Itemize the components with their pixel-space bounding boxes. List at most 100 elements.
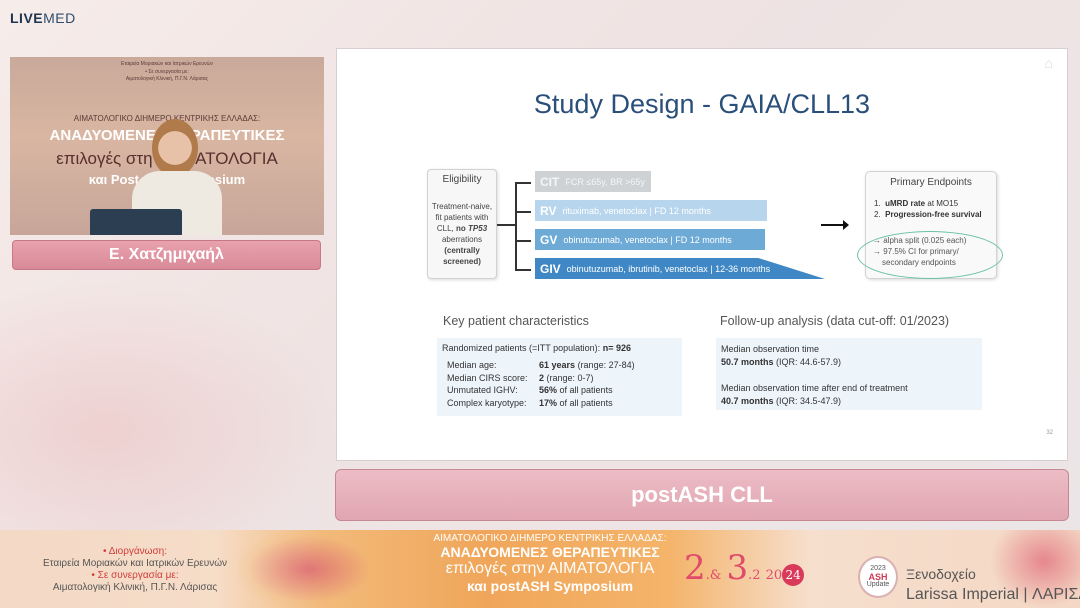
eligibility-tp53: TP53 [468, 224, 488, 233]
event-line: ΑΙΜΑΤΟΛΟΓΙΚΟ ΔΙΗΜΕΡΟ ΚΕΝΤΡΙΚΗΣ ΕΛΛΑΔΑΣ: [433, 533, 667, 544]
collaborator-name: Αιματολογική Κλινική, Π.Γ.Ν. Λάρισας [52, 582, 218, 593]
footer-decoration [238, 530, 368, 608]
collab-label: • Σε συνεργασία με: [91, 570, 179, 581]
followup-label: Median observation time [721, 344, 820, 354]
event-line: ΑΝΑΔΥΟΜΕΝΕΣ ΘΕΡΑΠΕΥΤΙΚΕΣ [440, 544, 660, 560]
date-month: .2 [748, 568, 761, 583]
kpc-label: Median CIRS score: [447, 372, 528, 383]
footer-event-title: ΑΙΜΑΤΟΛΟΓΙΚΟ ΔΙΗΜΕΡΟ ΚΕΝΤΡΙΚΗΣ ΕΛΛΑΔΑΣ: … [415, 530, 685, 594]
hotel-city: ΛΑΡΙΣΑ [1032, 586, 1080, 603]
kpc-label: Unmutated IGHV: [447, 385, 518, 395]
arm-description: rituximab, venetoclax | FD 12 months [562, 205, 711, 216]
badge-update: Update [866, 581, 890, 588]
badge-ash: ASH [868, 572, 888, 582]
kpc-row: Median age: 61 years (range: 27-84) [442, 359, 677, 372]
eligibility-box: Eligibility Treatment-naive, fit patient… [427, 169, 497, 279]
laptop [90, 209, 182, 235]
session-title: postASH CLL [631, 482, 773, 507]
eligibility-aberrations: aberrations [441, 235, 483, 244]
date-year: 20 [765, 568, 783, 583]
livemed-logo: LIVEMED [10, 10, 76, 26]
eligibility-no: no [456, 224, 466, 233]
endpoint-note: → alpha split (0.025 each) [873, 236, 967, 245]
kpc-label: Median age: [447, 360, 497, 370]
followup-label: Median observation time after end of tre… [721, 383, 908, 393]
endpoint-item: 2. Progression-free survival [874, 209, 988, 220]
followup-value: 50.7 months (IQR: 44.6-57.9) [721, 356, 977, 369]
kpc-row: Complex karyotype: 17% of all patients [442, 397, 677, 410]
arm-description: obinutuzumab, venetoclax | FD 12 months [563, 234, 732, 245]
endpoint-name: Progression-free survival [885, 210, 982, 219]
followup-iqr: (IQR: 44.6-57.9) [776, 356, 842, 367]
arm-code: GV [540, 232, 558, 247]
date-day: 2 [684, 548, 706, 588]
hotel-separator: | [1023, 586, 1028, 603]
kpc-row: Unmutated IGHV: 56% of all patients [442, 384, 677, 397]
kpc-value: 61 years [539, 360, 576, 370]
video-backdrop-line: • Σε συνεργασία με: [145, 69, 189, 75]
endpoint-note: secondary endpoints [882, 258, 956, 267]
kpc-detail: (range: 27-84) [577, 360, 635, 370]
date-sep: .& [705, 568, 722, 583]
date-day: 3 [726, 548, 749, 588]
branch-line [515, 182, 517, 270]
endpoint-number: 1. [874, 199, 881, 208]
followup-value: 40.7 months (IQR: 34.5-47.9) [721, 395, 977, 408]
kpc-detail: of all patients [559, 385, 613, 395]
endpoint-notes: → alpha split (0.025 each) → 97.5% CI fo… [873, 235, 966, 268]
home-icon: ⌂ [1044, 55, 1053, 71]
arm-code: CIT [540, 174, 560, 189]
slide-number: 32 [1046, 430, 1053, 436]
hotel-name: Larissa Imperial [906, 586, 1019, 603]
kpc-value: 2 [539, 372, 545, 383]
endpoint-detail: at MO15 [927, 199, 959, 208]
randomized-value: n= 926 [602, 343, 631, 353]
endpoint-number: 2. [874, 210, 881, 219]
kpc-detail: of all patients [559, 397, 613, 408]
arm-cit: CIT FCR ≤65y, BR >65y [535, 171, 651, 192]
randomized-line: Randomized patients (=ITT population): n… [442, 343, 677, 353]
presentation-slide: ⌂ Study Design - GAIA/CLL13 Eligibility … [336, 48, 1068, 461]
arm-code: RV [540, 203, 557, 218]
footer-organizers: • Διοργάνωση: Εταιρεία Μοριακών και Ιατρ… [20, 546, 250, 594]
kpc-title: Key patient characteristics [443, 314, 589, 328]
followup-title: Follow-up analysis (data cut-off: 01/202… [720, 314, 950, 328]
eligibility-heading: Eligibility [442, 174, 482, 185]
eligibility-centrally: (centrally screened) [443, 246, 481, 266]
organizer-name: Εταιρεία Μοριακών και Ιατρικών Ερευνών [42, 558, 228, 569]
followup-iqr: (IQR: 34.5-47.9) [776, 395, 842, 406]
slide-title: Study Design - GAIA/CLL13 [533, 89, 871, 119]
right-arrow-icon [821, 220, 849, 230]
primary-endpoints-heading: Primary Endpoints [890, 177, 972, 188]
date-year-badge: 24 [782, 564, 805, 586]
eligibility-text: Treatment-naive, fit patients with CLL, … [430, 201, 494, 267]
branch-arrow [515, 240, 531, 242]
endpoint-name: uMRD rate [885, 199, 926, 208]
event-line: επιλογές στην ΑΙΜΑΤΟΛΟΓΙΑ [445, 560, 655, 577]
arm-giv: GIV obinutuzumab, ibrutinib, venetoclax … [535, 258, 825, 279]
arm-gv: GV obinutuzumab, venetoclax | FD 12 mont… [535, 229, 765, 250]
logo-med: MED [43, 10, 76, 26]
kpc-box: Randomized patients (=ITT population): n… [437, 338, 682, 416]
followup-months: 50.7 months [721, 356, 774, 367]
arm-description: FCR ≤65y, BR >65y [565, 176, 645, 187]
speaker-head [152, 119, 198, 177]
hotel-line: Larissa Imperial | ΛΑΡΙΣΑ [906, 586, 1080, 604]
session-title-banner: postASH CLL [335, 469, 1069, 521]
followup-box: Median observation time 50.7 months (IQR… [716, 338, 982, 410]
branch-line [497, 224, 515, 226]
hotel-label: Ξενοδοχείο [906, 566, 976, 582]
video-backdrop-line: Αιματολογική Κλινική, Π.Γ.Ν. Λάρισας [125, 76, 209, 82]
speaker-name-plate: Ε. Χατζημιχαήλ [12, 240, 321, 270]
ash-update-badge: 2023 ASH Update [858, 556, 898, 598]
randomized-label: Randomized patients (=ITT population): [442, 343, 601, 353]
endpoint-item: 1. uMRD rate at MO15 [874, 198, 988, 209]
organize-label: • Διοργάνωση: [103, 546, 167, 557]
speaker-name: Ε. Χατζημιχαήλ [109, 246, 224, 263]
kpc-row: Median CIRS score: 2 (range: 0-7) [442, 372, 677, 385]
kpc-label: Complex karyotype: [447, 397, 527, 408]
branch-arrow [515, 182, 531, 184]
speaker-video: Εταιρεία Μοριακών και Ιατρικών Ερευνών •… [10, 57, 324, 235]
endpoint-note: → 97.5% CI for primary/ [873, 247, 959, 256]
kpc-value: 17% [539, 397, 558, 408]
